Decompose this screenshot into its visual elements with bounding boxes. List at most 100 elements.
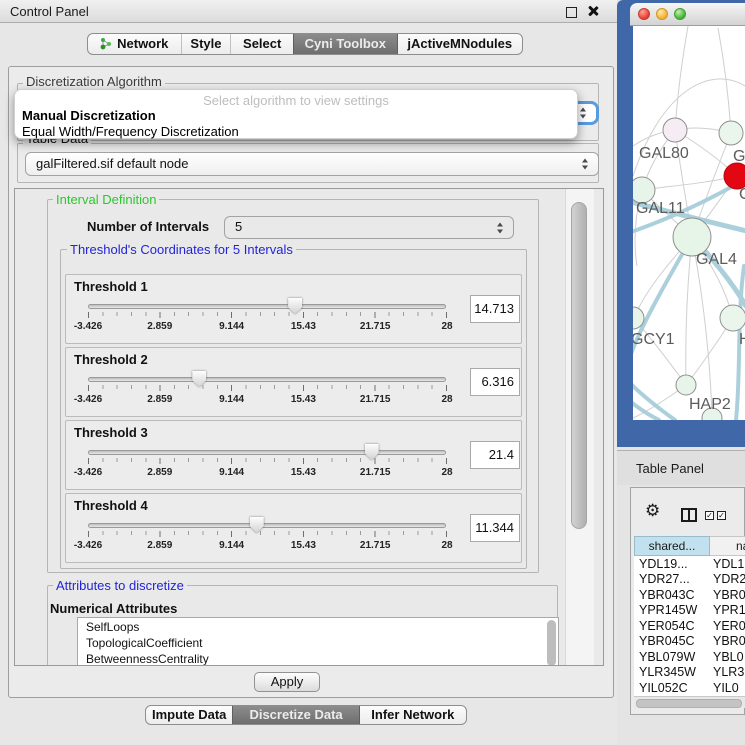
list-item[interactable]: BetweennessCentrality [86,652,209,666]
slider-ticks [88,385,447,391]
list-scrollbar[interactable] [547,620,556,666]
threshold-2-label: Threshold 2 [74,352,148,367]
combobox-arrows-icon [497,222,504,233]
tab-style[interactable]: Style [181,34,231,54]
slider-thumb[interactable] [365,444,379,460]
table-data-combobox[interactable]: galFiltered.sif default node [25,152,599,176]
attributes-group-title: Attributes to discretize [53,578,187,593]
zoom-traffic-light-icon[interactable] [674,8,686,20]
table-row[interactable]: YBL079WYBL0 [634,650,745,666]
minimize-traffic-light-icon[interactable] [656,8,668,20]
threshold-3-slider[interactable] [88,445,447,463]
control-panel-tabs: Network Style Select Cyni Toolbox jActiv… [87,33,523,55]
dropdown-hint: Select algorithm to view settings [15,93,577,108]
network-graph-icon [100,37,113,50]
close-icon[interactable] [587,5,599,17]
table-row[interactable]: YDL19...YDL1 [634,557,745,573]
tab-network-label: Network [117,36,168,51]
threshold-3-label: Threshold 3 [74,425,148,440]
slider-thumb[interactable] [288,298,302,314]
float-window-icon[interactable] [566,7,577,18]
algorithm-group-title: Discretization Algorithm [23,74,165,89]
threshold-1-label: Threshold 1 [74,279,148,294]
split-view-icon[interactable] [681,508,697,522]
node-label: H [739,331,745,348]
tab-infer-network[interactable]: Infer Network [359,706,466,724]
control-panel: Control Panel Network Style Select Cyni … [0,0,617,745]
tab-cyni-toolbox[interactable]: Cyni Toolbox [293,34,397,54]
gear-icon[interactable]: ⚙ [645,502,660,519]
numerical-attributes-list[interactable]: SelfLoops TopologicalCoefficient Between… [77,617,559,666]
slider-thumb[interactable] [250,517,264,533]
number-of-intervals-value: 5 [235,219,242,234]
table-row[interactable]: YBR043CYBR0 [634,588,745,604]
node-label: GAL11 [636,200,685,217]
slider-track [88,523,446,528]
network-canvas[interactable]: GAL80 GAL C GAL11 GAL4 GCY1 H HAP2 [633,26,745,420]
numerical-attributes-label: Numerical Attributes [50,601,177,616]
dropdown-option-manual[interactable]: Manual Discretization [22,108,156,123]
thresholds-group-title: Threshold's Coordinates for 5 Intervals [67,242,296,257]
slider-scale: -3.426 2.859 9.144 15.43 21.715 28 [88,540,447,552]
slider-track [88,450,446,455]
column-header-name[interactable]: na [710,536,745,556]
apply-button[interactable]: Apply [254,672,320,692]
settings-scrollbar-track[interactable] [565,189,594,666]
dropdown-option-equal-width[interactable]: Equal Width/Frequency Discretization [22,124,239,139]
threshold-4-label: Threshold 4 [74,498,148,513]
tab-network[interactable]: Network [88,34,181,54]
checkbox-icon[interactable]: ✓ [717,511,726,520]
close-traffic-light-icon[interactable] [638,8,650,20]
slider-ticks [88,458,447,464]
tab-impute-data[interactable]: Impute Data [146,706,232,724]
number-of-intervals-label: Number of Intervals [87,219,209,234]
threshold-3-panel: Threshold 3 -3.426 2.859 9.144 15.43 21.… [65,420,522,490]
table-panel-title: Table Panel [636,461,704,476]
table-hscrollbar-track[interactable] [634,696,745,708]
table-row[interactable]: YPR145WYPR1 [634,603,745,619]
table-row[interactable]: YLR345WYLR3 [634,665,745,681]
right-region: GAL80 GAL C GAL11 GAL4 GCY1 H HAP2 Table… [617,0,745,745]
node-label: GAL [733,148,745,165]
table-row[interactable]: YBR045CYBR0 [634,634,745,650]
column-header-shared-name[interactable]: shared... [634,536,710,556]
checkbox-icon[interactable]: ✓ [705,511,714,520]
slider-track [88,304,446,309]
tab-jactivemnodules[interactable]: jActiveMNodules [397,34,522,54]
node-gal [719,121,743,145]
table-row[interactable]: YIL052CYIL0 [634,681,745,696]
slider-track [88,377,446,382]
combobox-arrows-icon [580,108,587,119]
network-view-window: GAL80 GAL C GAL11 GAL4 GCY1 H HAP2 [617,0,745,447]
control-panel-titlebar: Control Panel [0,0,617,23]
settings-scrollbar-thumb[interactable] [571,202,587,529]
threshold-1-panel: Threshold 1 -3.426 2.859 9.144 15.43 21.… [65,274,522,344]
slider-thumb[interactable] [192,371,206,387]
table-row[interactable]: YER054CYER0 [634,619,745,635]
network-graph: GAL80 GAL C GAL11 GAL4 GCY1 H HAP2 [633,26,745,420]
node-label: GCY1 [633,331,675,348]
node-table: shared... na YDL19...YDL1 YDR27...YDR2 Y… [634,536,745,696]
list-item[interactable]: SelfLoops [86,620,139,634]
interval-definition-title: Interval Definition [53,192,159,207]
table-hscrollbar-thumb[interactable] [636,699,742,708]
threshold-2-value-field[interactable]: 6.316 [470,368,520,396]
table-row[interactable]: YDR27...YDR2 [634,572,745,588]
threshold-1-slider[interactable] [88,299,447,317]
threshold-3-value-field[interactable]: 21.4 [470,441,520,469]
tab-discretize-data[interactable]: Discretize Data [232,706,358,724]
threshold-1-value-field[interactable]: 14.713 [470,295,520,323]
node-label: GAL80 [639,145,689,162]
slider-scale: -3.426 2.859 9.144 15.43 21.715 28 [88,394,447,406]
node-hap2 [676,375,696,395]
list-item[interactable]: TopologicalCoefficient [86,636,203,650]
slider-scale: -3.426 2.859 9.144 15.43 21.715 28 [88,467,447,479]
threshold-4-slider[interactable] [88,518,447,536]
tab-select[interactable]: Select [230,34,293,54]
node-label: C [739,186,745,203]
threshold-2-slider[interactable] [88,372,447,390]
threshold-4-value-field[interactable]: 11.344 [470,514,520,542]
table-panel-header: Table Panel [617,450,745,485]
number-of-intervals-combobox[interactable]: 5 [224,216,514,239]
network-window-titlebar[interactable] [630,3,745,26]
